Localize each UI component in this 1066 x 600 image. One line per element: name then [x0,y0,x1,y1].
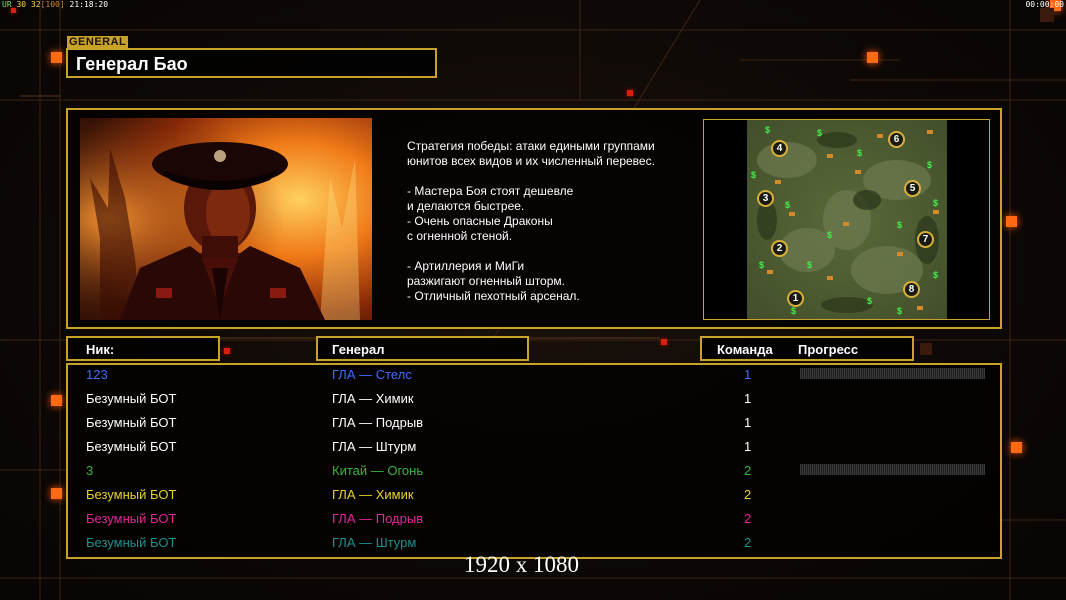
player-row: Безумный БОТ ГЛА — Подрыв 1 [86,412,986,436]
cash-icon: $ [933,198,939,208]
deco-square [51,52,62,63]
general-description: Стратегия победы: атаки едиными группами… [407,139,697,304]
description-line [407,169,697,184]
description-line: - Мастера Боя стоят дешевле [407,184,574,198]
player-nick: Безумный БОТ [86,487,177,502]
player-team: 2 [744,487,752,502]
cash-icon: $ [933,270,939,280]
player-team: 2 [744,535,752,550]
cash-icon: $ [867,296,873,306]
player-team: 1 [744,415,752,430]
player-team: 1 [744,367,752,382]
player-progress-bar [800,464,985,475]
description-line: и делаются быстрее. [407,199,525,213]
cash-icon: $ [897,306,903,316]
general-tag: GENERAL [67,36,129,48]
map-slot: 5 [904,180,921,197]
hud-value-a: 30 [16,0,27,9]
deco-square [627,90,633,96]
map-slot: 6 [888,131,905,148]
map-slot: 8 [903,281,920,298]
player-team: 2 [744,511,752,526]
deco-square [1011,442,1022,453]
column-header-general-label: Генерал [332,342,385,357]
cash-icon: $ [857,148,863,158]
cash-icon: $ [897,220,903,230]
cash-icon: $ [759,260,765,270]
column-header-team-label: Команда [717,342,773,357]
deco-square [1006,216,1017,227]
column-header-team-progress: Команда Прогресс [700,336,914,361]
player-team: 1 [744,439,752,454]
description-line [407,244,697,259]
map-slot: 1 [787,290,804,307]
deco-square [920,343,932,355]
player-row: Безумный БОТ ГЛА — Подрыв 2 [86,508,986,532]
cash-icon: $ [927,160,933,170]
column-header-progress-label: Прогресс [798,342,859,357]
hud-value-b: 32 [30,0,41,9]
cash-icon: $ [785,200,791,210]
description-line: разжигают огненный шторм. [407,274,565,288]
game-timer: 00:00:00 [1025,0,1064,9]
player-general: ГЛА — Штурм [332,439,417,454]
fps-counter: UR 30 32[100] 21:18:20 [2,0,108,9]
general-portrait [80,118,372,320]
player-nick: 3 [86,463,94,478]
deco-square [51,488,62,499]
column-header-nick-label: Ник: [86,342,115,357]
description-line: - Очень опасные Драконы [407,214,553,228]
player-nick: Безумный БОТ [86,415,177,430]
description-line: с огненной стеной. [407,229,513,243]
map-slot: 4 [771,140,788,157]
player-general: Китай — Огонь [332,463,424,478]
cash-icon: $ [751,170,757,180]
player-general: ГЛА — Штурм [332,535,417,550]
player-general: ГЛА — Подрыв [332,511,424,526]
cash-icon: $ [827,230,833,240]
player-general: ГЛА — Подрыв [332,415,424,430]
hud-ur: UR [2,0,12,9]
map-preview: 1 2 3 4 5 6 7 8 $ $ $ $ $ $ $ $ $ $ $ $ … [747,120,947,319]
description-line: юнитов всех видов и их численный перевес… [407,154,655,168]
column-header-nick: Ник: [66,336,220,361]
player-row: 123 ГЛА — Стелс 1 [86,364,986,388]
player-general: ГЛА — Химик [332,391,414,406]
general-name: Генерал Бао [76,54,188,74]
resolution-label: 1920 x 1080 [464,552,579,577]
cash-icon: $ [817,128,823,138]
player-row: Безумный БОТ ГЛА — Химик 2 [86,484,986,508]
player-row: 3 Китай — Огонь 2 [86,460,986,484]
deco-square [51,395,62,406]
player-team: 2 [744,463,752,478]
player-nick: Безумный БОТ [86,535,177,550]
player-progress-bar [800,368,985,379]
description-line: - Отличный пехотный арсенал. [407,289,580,303]
player-nick: 123 [86,367,108,382]
player-nick: Безумный БОТ [86,511,177,526]
deco-square [867,52,878,63]
hud-clock: 21:18:20 [69,0,109,9]
cash-icon: $ [807,260,813,270]
hud-value-c: [100] [40,0,65,9]
map-slot: 3 [757,190,774,207]
description-line: - Артиллерия и МиГи [407,259,525,273]
deco-square [661,339,667,345]
deco-square [1040,8,1054,22]
deco-square [224,348,230,354]
player-team: 1 [744,391,752,406]
cash-icon: $ [765,125,771,135]
cash-icon: $ [791,306,797,316]
player-general: ГЛА — Стелс [332,367,412,382]
general-title-box: Генерал Бао [66,48,437,78]
player-row: Безумный БОТ ГЛА — Штурм 1 [86,436,986,460]
player-general: ГЛА — Химик [332,487,414,502]
map-slot: 2 [771,240,788,257]
column-header-general: Генерал [316,336,529,361]
map-slot: 7 [917,231,934,248]
description-line: Стратегия победы: атаки едиными группами [407,139,655,153]
player-row: Безумный БОТ ГЛА — Химик 1 [86,388,986,412]
player-nick: Безумный БОТ [86,391,177,406]
player-nick: Безумный БОТ [86,439,177,454]
